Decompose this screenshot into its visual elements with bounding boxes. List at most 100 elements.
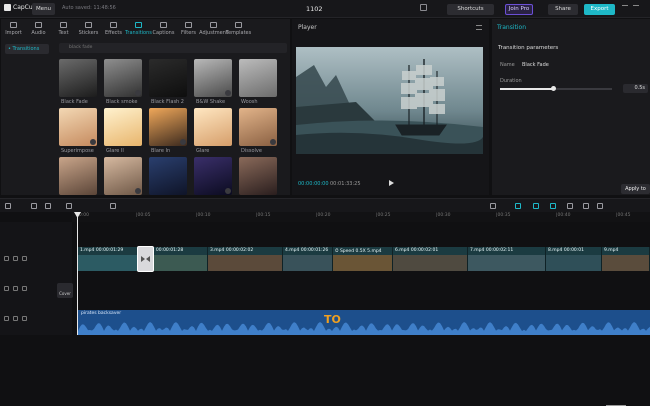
tab-effects[interactable]: Effects bbox=[101, 19, 126, 38]
playhead[interactable] bbox=[77, 212, 78, 335]
tab-label: Filters bbox=[181, 30, 196, 36]
transition-card[interactable] bbox=[194, 59, 232, 97]
duration-input[interactable]: 0.5s bbox=[623, 84, 648, 93]
snap-icon[interactable] bbox=[550, 203, 556, 209]
autosave-status: Auto saved: 11:48:56 bbox=[62, 5, 116, 11]
split-icon[interactable] bbox=[66, 203, 72, 209]
tab-label: Templates bbox=[225, 30, 252, 36]
share-button[interactable]: Share bbox=[548, 4, 578, 15]
tab-adjustment[interactable]: Adjustment bbox=[199, 19, 228, 38]
delete-icon[interactable] bbox=[110, 203, 116, 209]
sidebar-item-transitions[interactable]: • Transitions bbox=[5, 44, 49, 54]
waveform-path bbox=[78, 322, 650, 335]
zoom-out-icon[interactable] bbox=[583, 203, 589, 209]
section-title: Transition parameters bbox=[498, 45, 559, 51]
tab-audio[interactable]: Audio bbox=[26, 19, 51, 38]
transition-card[interactable] bbox=[104, 108, 142, 146]
video-clip[interactable]: 7.mp4 00:00:02:11 bbox=[468, 247, 546, 271]
transition-card[interactable] bbox=[59, 59, 97, 97]
slider-fill bbox=[500, 88, 554, 90]
eye-icon[interactable] bbox=[13, 286, 18, 291]
link-icon[interactable] bbox=[515, 203, 521, 209]
transition-card[interactable] bbox=[104, 157, 142, 195]
tab-import[interactable]: Import bbox=[1, 19, 26, 38]
video-clip[interactable]: 1.mp4 00:00:01:29 bbox=[78, 247, 138, 271]
transition-card[interactable] bbox=[104, 59, 142, 97]
apply-to-all-button[interactable]: Apply to bbox=[621, 184, 650, 194]
menu-button[interactable]: Menu bbox=[32, 3, 55, 15]
download-icon[interactable] bbox=[225, 188, 231, 194]
play-icon[interactable] bbox=[389, 180, 394, 186]
transition-card[interactable] bbox=[149, 108, 187, 146]
download-icon[interactable] bbox=[135, 188, 141, 194]
select-icon[interactable] bbox=[5, 203, 11, 209]
time-ruler: 00:00 |00:05 |00:10 |00:15 |00:20 |00:25 |00:3… bbox=[72, 212, 650, 222]
track-headers bbox=[0, 222, 72, 335]
redo-icon[interactable] bbox=[45, 203, 51, 209]
ruler-label: |00:40 bbox=[556, 213, 571, 218]
tab-templates[interactable]: Templates bbox=[226, 19, 251, 38]
layout-icon[interactable] bbox=[420, 4, 427, 11]
search-input[interactable]: black fade bbox=[59, 43, 287, 53]
video-clip[interactable]: 3.mp4 00:00:02:02 bbox=[208, 247, 283, 271]
clip-label: 4.mp4 00:00:01:26 bbox=[285, 248, 329, 253]
minimize-icon[interactable] bbox=[622, 5, 628, 11]
tab-filters[interactable]: Filters bbox=[176, 19, 201, 38]
transition-marker[interactable] bbox=[137, 246, 154, 272]
slider-handle[interactable] bbox=[551, 86, 556, 91]
tab-captions[interactable]: Captions bbox=[151, 19, 176, 38]
mute-icon[interactable] bbox=[22, 316, 27, 321]
tab-label: Import bbox=[5, 30, 22, 36]
layout-controls bbox=[420, 4, 427, 11]
video-clip[interactable]: 4.mp4 00:00:01:26 bbox=[283, 247, 333, 271]
video-clip[interactable]: 6.mp4 00:00:02:01 bbox=[393, 247, 468, 271]
lock-icon[interactable] bbox=[4, 316, 9, 321]
transition-card[interactable] bbox=[239, 157, 277, 195]
tab-transitions[interactable]: Transitions bbox=[125, 19, 152, 38]
magnet-icon[interactable] bbox=[533, 203, 539, 209]
video-clip[interactable]: ⏱ Speed 0.5X 5.mp4 bbox=[333, 247, 393, 271]
maximize-icon[interactable] bbox=[633, 5, 639, 11]
download-icon[interactable] bbox=[270, 139, 276, 145]
transition-card[interactable] bbox=[149, 59, 187, 97]
caption-overlay: TO bbox=[324, 313, 341, 326]
transition-card[interactable] bbox=[59, 108, 97, 146]
eye-icon[interactable] bbox=[13, 316, 18, 321]
cover-button[interactable]: Cover bbox=[57, 283, 73, 298]
zoom-in-icon[interactable] bbox=[597, 203, 603, 209]
player-menu-icon[interactable] bbox=[476, 25, 482, 30]
download-icon[interactable] bbox=[180, 139, 186, 145]
download-icon[interactable] bbox=[90, 139, 96, 145]
transition-card[interactable] bbox=[194, 108, 232, 146]
transition-label: Glare II bbox=[106, 148, 124, 154]
project-title: 1102 bbox=[306, 5, 323, 13]
video-clip[interactable]: 9.mp4 bbox=[602, 247, 650, 271]
microphone-icon[interactable] bbox=[490, 203, 496, 209]
ruler-label: |00:45 bbox=[616, 213, 631, 218]
shortcuts-button[interactable]: Shortcuts bbox=[447, 4, 494, 15]
stickers-icon bbox=[85, 22, 92, 28]
mute-icon[interactable] bbox=[22, 256, 27, 261]
tab-stickers[interactable]: Stickers bbox=[76, 19, 101, 38]
eye-icon[interactable] bbox=[13, 256, 18, 261]
download-icon[interactable] bbox=[135, 90, 141, 96]
transition-card[interactable] bbox=[239, 108, 277, 146]
join-pro-button[interactable]: Join Pro bbox=[505, 4, 533, 15]
clip-label: 8.mp4 00:00:01 bbox=[548, 248, 585, 253]
download-icon[interactable] bbox=[225, 90, 231, 96]
transition-card[interactable] bbox=[194, 157, 232, 195]
mute-icon[interactable] bbox=[22, 286, 27, 291]
video-clip[interactable]: 8.mp4 00:00:01 bbox=[546, 247, 602, 271]
tab-text[interactable]: Text bbox=[51, 19, 76, 38]
transition-card[interactable] bbox=[59, 157, 97, 195]
panel-tab-transition[interactable]: Transition bbox=[497, 24, 526, 31]
preview-axis-icon[interactable] bbox=[567, 203, 573, 209]
transition-card[interactable] bbox=[149, 157, 187, 195]
transition-card[interactable] bbox=[239, 59, 277, 97]
lock-icon[interactable] bbox=[4, 286, 9, 291]
duration-slider[interactable] bbox=[500, 86, 612, 91]
undo-icon[interactable] bbox=[31, 203, 37, 209]
export-button[interactable]: Export bbox=[584, 4, 615, 15]
lock-icon[interactable] bbox=[4, 256, 9, 261]
audio-track[interactable]: pirates backsaver bbox=[78, 310, 650, 335]
